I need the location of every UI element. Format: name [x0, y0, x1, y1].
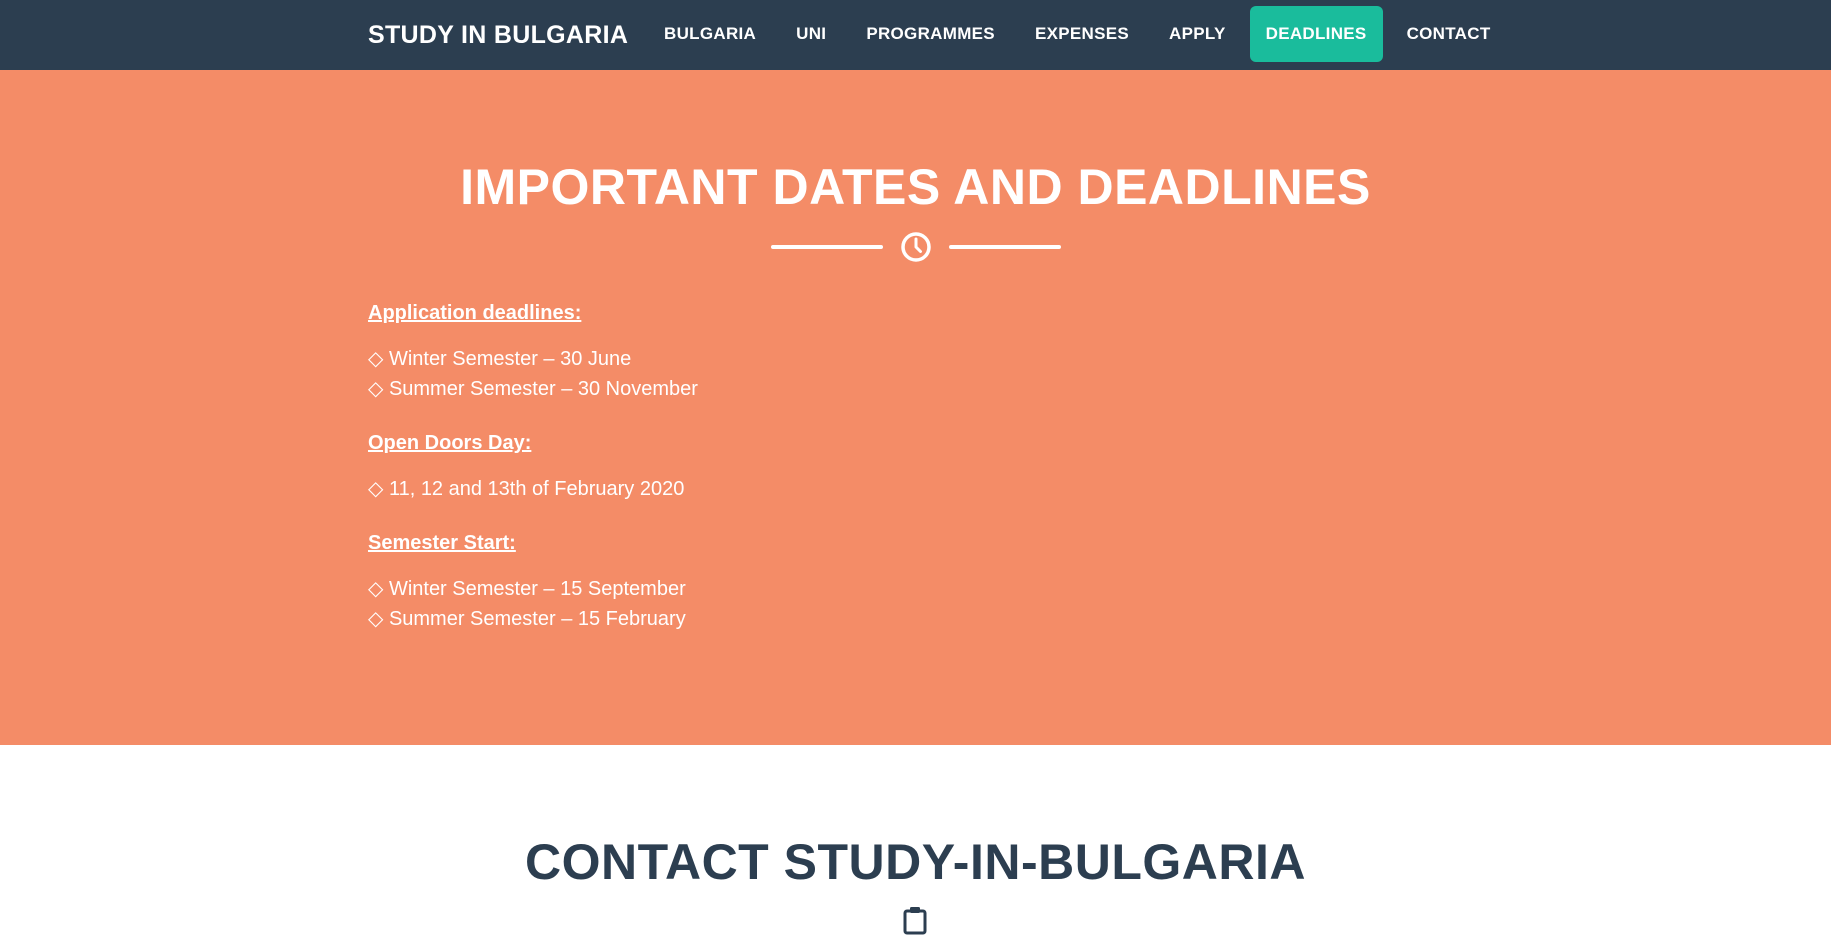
semester-start-group: Semester Start: ◇ Winter Semester – 15 S…	[368, 528, 1468, 634]
group-list: ◇ Winter Semester – 30 June ◇ Summer Sem…	[368, 344, 1468, 404]
list-item: ◇ Winter Semester – 15 September	[368, 578, 686, 600]
nav-link-expenses[interactable]: EXPENSES	[1019, 6, 1145, 62]
nav-links: BULGARIA UNI PROGRAMMES EXPENSES APPLY D…	[648, 6, 1515, 62]
open-doors-day-group: Open Doors Day: ◇ 11, 12 and 13th of Feb…	[368, 428, 1468, 504]
list-item: ◇ Winter Semester – 30 June	[368, 348, 632, 370]
list-item: ◇ Summer Semester – 30 November	[368, 378, 698, 400]
contact-section: CONTACT STUDY-IN-BULGARIA	[0, 745, 1831, 935]
clipboard-icon	[900, 905, 930, 935]
group-heading: Application deadlines:	[368, 302, 582, 324]
list-item: ◇ 11, 12 and 13th of February 2020	[368, 478, 685, 500]
nav-link-uni[interactable]: UNI	[780, 6, 842, 62]
divider-line-right	[948, 245, 1061, 249]
nav-link-deadlines[interactable]: DEADLINES	[1249, 6, 1383, 62]
clock-icon	[899, 230, 933, 264]
nav-link-programmes[interactable]: PROGRAMMES	[850, 6, 1011, 62]
brand-logo-link[interactable]: STUDY IN BULGARIA	[368, 0, 628, 70]
top-navbar: STUDY IN BULGARIA BULGARIA UNI PROGRAMME…	[0, 0, 1831, 70]
group-heading: Open Doors Day:	[368, 432, 532, 454]
contact-title: CONTACT STUDY-IN-BULGARIA	[525, 834, 1306, 890]
nav-link-contact[interactable]: CONTACT	[1391, 6, 1507, 62]
deadlines-title: IMPORTANT DATES AND DEADLINES	[460, 159, 1371, 215]
section-divider	[0, 230, 1831, 264]
deadlines-content: Application deadlines: ◇ Winter Semester…	[368, 298, 1468, 658]
divider-line-left	[770, 245, 883, 249]
application-deadlines-group: Application deadlines: ◇ Winter Semester…	[368, 298, 1468, 404]
nav-link-bulgaria[interactable]: BULGARIA	[648, 6, 772, 62]
group-heading: Semester Start:	[368, 532, 516, 554]
group-list: ◇ 11, 12 and 13th of February 2020	[368, 474, 1468, 504]
deadlines-section: IMPORTANT DATES AND DEADLINES Applicatio…	[0, 70, 1831, 745]
group-list: ◇ Winter Semester – 15 September ◇ Summe…	[368, 574, 1468, 634]
nav-link-apply[interactable]: APPLY	[1153, 6, 1242, 62]
list-item: ◇ Summer Semester – 15 February	[368, 608, 686, 630]
